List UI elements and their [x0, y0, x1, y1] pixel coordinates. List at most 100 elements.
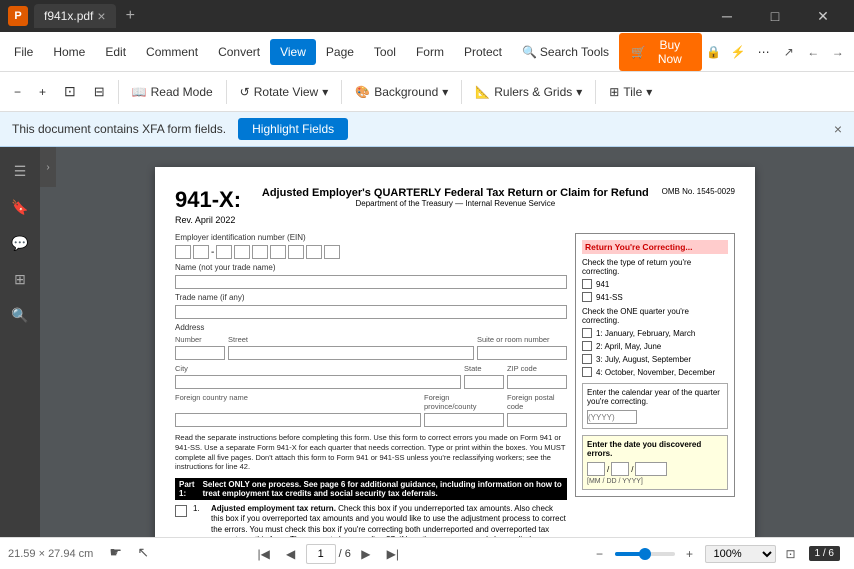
fit-width-btn[interactable]: ⊟ [86, 79, 113, 105]
trade-name-input[interactable] [175, 305, 567, 319]
fit-window-btn[interactable]: ⊡ [779, 542, 803, 566]
fit-page-btn[interactable]: ⊡ [56, 78, 84, 105]
maximize-btn[interactable]: □ [752, 0, 798, 32]
menu-search-tools[interactable]: 🔍 Search Tools [512, 39, 619, 65]
form-header: 941-X: Rev. April 2022 Adjusted Employer… [175, 187, 735, 225]
addr-city-input[interactable] [175, 375, 461, 389]
cb-941ss[interactable] [582, 292, 592, 302]
ein-box4[interactable] [234, 245, 250, 259]
highlight-fields-btn[interactable]: Highlight Fields [238, 118, 348, 140]
share-btn[interactable]: ↗ [777, 38, 801, 66]
rotate-view-btn[interactable]: ↺ Rotate View ▾ [232, 80, 337, 104]
close-window-btn[interactable]: ✕ [800, 0, 846, 32]
addr-state-input[interactable] [464, 375, 504, 389]
quarter2-cb[interactable] [582, 341, 592, 351]
cb-941[interactable] [582, 279, 592, 289]
year-input[interactable] [587, 410, 637, 424]
quarter1-cb[interactable] [582, 328, 592, 338]
page-indicator: 1 / 6 [809, 546, 840, 561]
next-page-btn[interactable]: ▶ [354, 542, 378, 566]
close-tab-btn[interactable]: × [97, 8, 105, 24]
ein-box7[interactable] [288, 245, 304, 259]
sidebar-item-comments[interactable]: 💬 [4, 227, 36, 259]
addr-number-input[interactable] [175, 346, 225, 360]
zoom-in-btn[interactable]: + [678, 542, 702, 566]
ein-box6[interactable] [270, 245, 286, 259]
menu-convert[interactable]: Convert [208, 39, 270, 65]
calendar-year-label: Enter the calendar year of the quarter y… [587, 388, 723, 406]
zoom-slider[interactable] [615, 552, 675, 556]
first-page-btn[interactable]: |◀ [252, 542, 276, 566]
menu-icon-btn1[interactable]: 🔒 [702, 38, 726, 66]
separator5 [595, 80, 596, 104]
trade-name-label: Trade name (if any) [175, 293, 245, 302]
fit-page-icon: ⊡ [64, 83, 76, 100]
zoom-select[interactable]: 100% 75% 150% 200% Fit Page [705, 545, 776, 563]
ein-box8[interactable] [306, 245, 322, 259]
sidebar-toggle-btn[interactable]: › [40, 147, 56, 187]
minimize-btn[interactable]: ─ [704, 0, 750, 32]
check-type-label: Check the type of return you're correcti… [582, 258, 728, 276]
name-label: Name (not your trade name) [175, 263, 276, 272]
menu-icon-btn2[interactable]: ⚡ [726, 38, 750, 66]
trade-name-row: Trade name (if any) [175, 293, 567, 302]
addr-province-input[interactable] [424, 413, 504, 427]
sidebar-item-bookmarks[interactable]: 🔖 [4, 191, 36, 223]
addr-suite-input[interactable] [477, 346, 567, 360]
menu-page[interactable]: Page [316, 39, 364, 65]
prev-page-btn[interactable]: ◀ [279, 542, 303, 566]
menu-view[interactable]: View [270, 39, 316, 65]
addr-postalcode-input[interactable] [507, 413, 567, 427]
sidebar-item-navigation[interactable]: ☰ [4, 155, 36, 187]
rulers-grids-btn[interactable]: 📐 Rulers & Grids ▾ [467, 80, 590, 104]
quarter4-cb[interactable] [582, 367, 592, 377]
page-number-input[interactable] [306, 544, 336, 564]
name-input[interactable] [175, 275, 567, 289]
addr-city-label: City [175, 364, 461, 373]
app-logo: P [8, 6, 28, 26]
date-mm-input[interactable] [587, 462, 605, 476]
ein-box1[interactable] [175, 245, 191, 259]
ein-sep1: - [211, 247, 214, 258]
background-btn[interactable]: 🎨 Background ▾ [347, 80, 456, 104]
last-page-btn[interactable]: ▶| [381, 542, 405, 566]
back-btn[interactable]: ← [801, 38, 825, 66]
pdf-page: 941-X: Rev. April 2022 Adjusted Employer… [155, 167, 755, 537]
hand-tool-btn[interactable]: ☛ [109, 544, 129, 564]
select-tool-btn[interactable]: ↖ [137, 544, 157, 564]
menu-form[interactable]: Form [406, 39, 454, 65]
sidebar-item-pages[interactable]: ⊞ [4, 263, 36, 295]
notification-close-btn[interactable]: × [834, 121, 842, 137]
ein-box5[interactable] [252, 245, 268, 259]
menu-file[interactable]: File [4, 39, 43, 65]
date-yyyy-input[interactable] [635, 462, 667, 476]
quarter3-row: 3: July, August, September [582, 354, 728, 364]
menu-edit[interactable]: Edit [95, 39, 136, 65]
addr-country-input[interactable] [175, 413, 421, 427]
sidebar-item-search[interactable]: 🔍 [4, 299, 36, 331]
menu-tool[interactable]: Tool [364, 39, 406, 65]
chevron-down-icon4: ▾ [646, 85, 652, 99]
zoom-out-btn[interactable]: − [6, 80, 29, 104]
menu-home[interactable]: Home [43, 39, 95, 65]
zoom-out-btn[interactable]: − [588, 542, 612, 566]
menu-protect[interactable]: Protect [454, 39, 512, 65]
ein-box3[interactable] [216, 245, 232, 259]
main-area: ☰ 🔖 💬 ⊞ 🔍 › 941-X: Rev. April 2022 Adjus… [0, 147, 854, 537]
menu-comment[interactable]: Comment [136, 39, 208, 65]
quarter3-cb[interactable] [582, 354, 592, 364]
date-dd-input[interactable] [611, 462, 629, 476]
read-mode-btn[interactable]: 📖 Read Mode [124, 80, 221, 104]
item1-checkbox[interactable] [175, 505, 187, 517]
more-options-btn[interactable]: ⋯ [751, 38, 777, 66]
addr-street-input[interactable] [228, 346, 474, 360]
zoom-handle[interactable] [639, 548, 651, 560]
ein-box9[interactable] [324, 245, 340, 259]
tile-btn[interactable]: ⊞ Tile ▾ [601, 80, 660, 104]
forward-btn[interactable]: → [826, 38, 850, 66]
ein-box2[interactable] [193, 245, 209, 259]
new-tab-btn[interactable]: + [126, 7, 135, 25]
buy-now-button[interactable]: 🛒 Buy Now [619, 33, 702, 71]
zoom-in-btn[interactable]: + [31, 80, 54, 104]
addr-zip-input[interactable] [507, 375, 567, 389]
